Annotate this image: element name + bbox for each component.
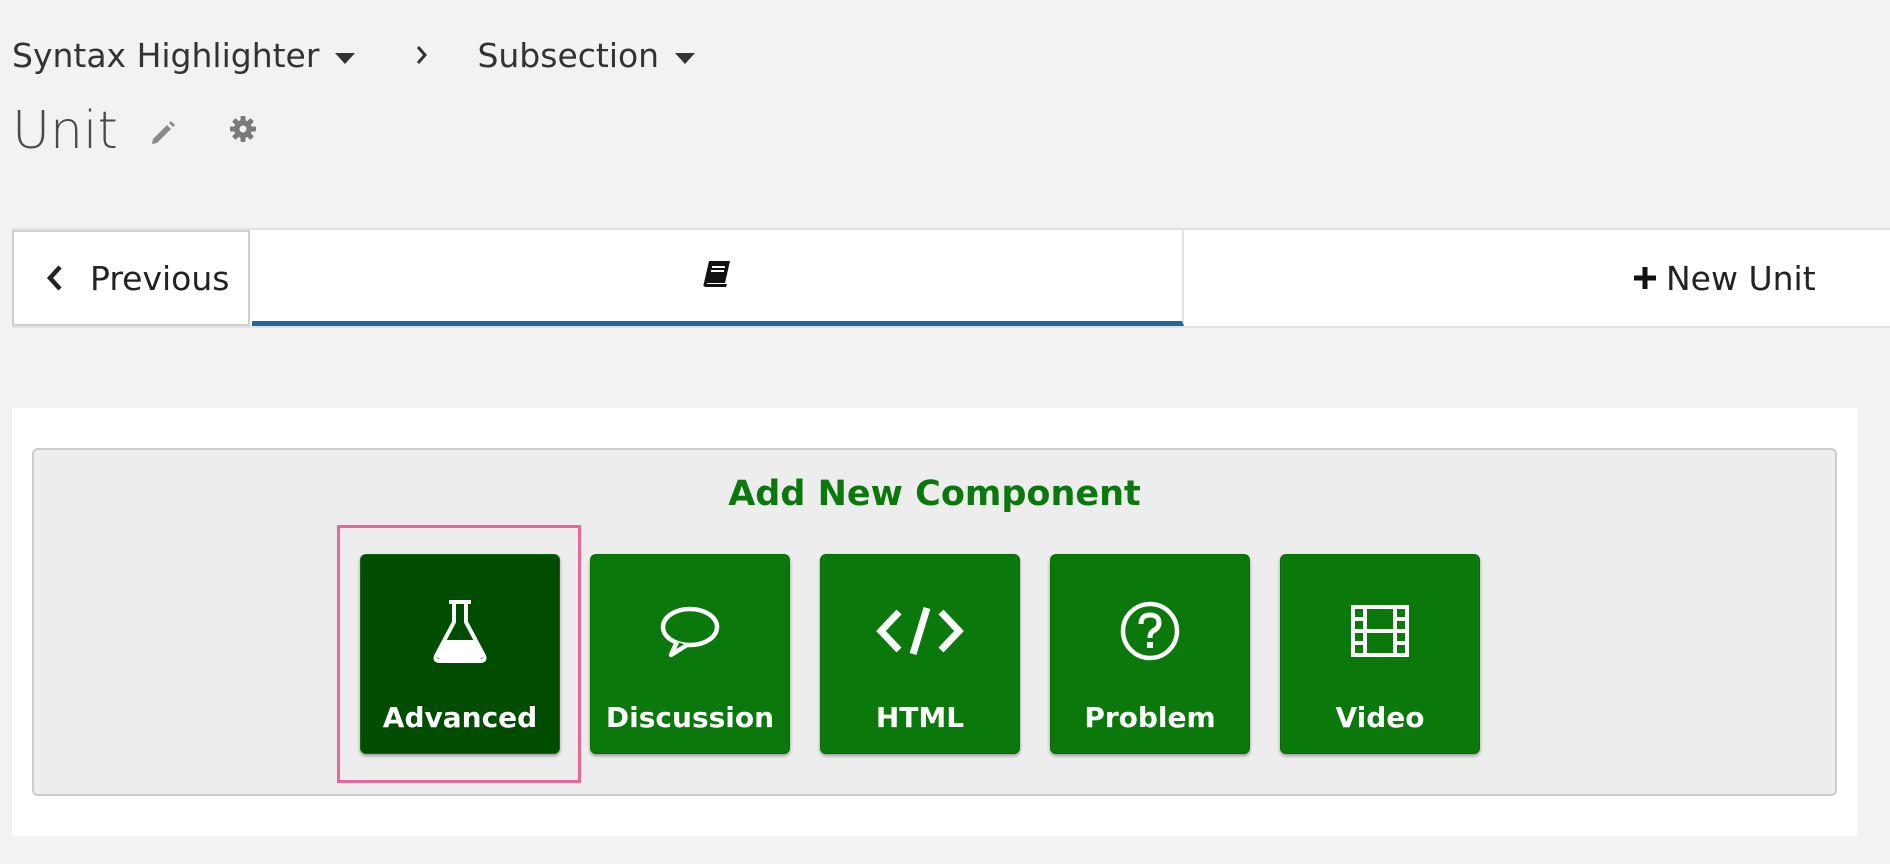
title-row: Unit bbox=[12, 96, 258, 166]
unit-navigation: Previous New Unit bbox=[12, 228, 1890, 328]
previous-button-label: Previous bbox=[90, 258, 230, 298]
breadcrumb: Syntax Highlighter Subsection bbox=[12, 30, 696, 80]
video-component-button[interactable]: Video bbox=[1280, 554, 1480, 754]
add-component-container: Add New Component Advanced Discussion HT… bbox=[12, 408, 1857, 836]
problem-component-button[interactable]: Problem bbox=[1050, 554, 1250, 754]
film-icon bbox=[1350, 595, 1410, 667]
new-unit-button[interactable]: New Unit bbox=[1632, 230, 1816, 326]
component-buttons: Advanced Discussion HTML Problem Video bbox=[337, 525, 1480, 783]
plus-icon bbox=[1632, 265, 1658, 291]
caret-down-icon bbox=[675, 52, 696, 64]
unit-tab-active[interactable] bbox=[252, 230, 1184, 326]
video-label: Video bbox=[1335, 701, 1425, 734]
chevron-right-icon bbox=[415, 44, 429, 66]
html-component-button[interactable]: HTML bbox=[820, 554, 1020, 754]
breadcrumb-section[interactable]: Syntax Highlighter bbox=[12, 35, 356, 75]
new-unit-label: New Unit bbox=[1666, 258, 1816, 298]
flask-icon bbox=[430, 595, 490, 667]
breadcrumb-subsection[interactable]: Subsection bbox=[477, 35, 696, 75]
add-component-title: Add New Component bbox=[728, 474, 1141, 514]
book-icon bbox=[700, 258, 734, 294]
breadcrumb-subsection-label: Subsection bbox=[477, 35, 660, 75]
add-component-panel: Add New Component Advanced Discussion HT… bbox=[32, 448, 1837, 796]
question-circle-icon bbox=[1119, 595, 1181, 667]
html-label: HTML bbox=[875, 701, 965, 734]
problem-label: Problem bbox=[1084, 701, 1216, 734]
code-icon bbox=[875, 595, 965, 667]
chevron-left-icon bbox=[46, 264, 64, 292]
previous-button[interactable]: Previous bbox=[12, 230, 250, 326]
gear-icon[interactable] bbox=[228, 114, 258, 144]
advanced-component-button[interactable]: Advanced bbox=[337, 525, 581, 783]
caret-down-icon bbox=[335, 52, 356, 64]
pencil-icon[interactable] bbox=[148, 118, 178, 148]
page: Syntax Highlighter Subsection Unit Previ… bbox=[0, 0, 1890, 864]
discussion-label: Discussion bbox=[605, 701, 775, 734]
speech-bubble-icon bbox=[657, 595, 723, 667]
discussion-component-button[interactable]: Discussion bbox=[590, 554, 790, 754]
advanced-label: Advanced bbox=[382, 701, 538, 734]
page-title: Unit bbox=[12, 101, 118, 161]
breadcrumb-section-label: Syntax Highlighter bbox=[12, 35, 320, 75]
